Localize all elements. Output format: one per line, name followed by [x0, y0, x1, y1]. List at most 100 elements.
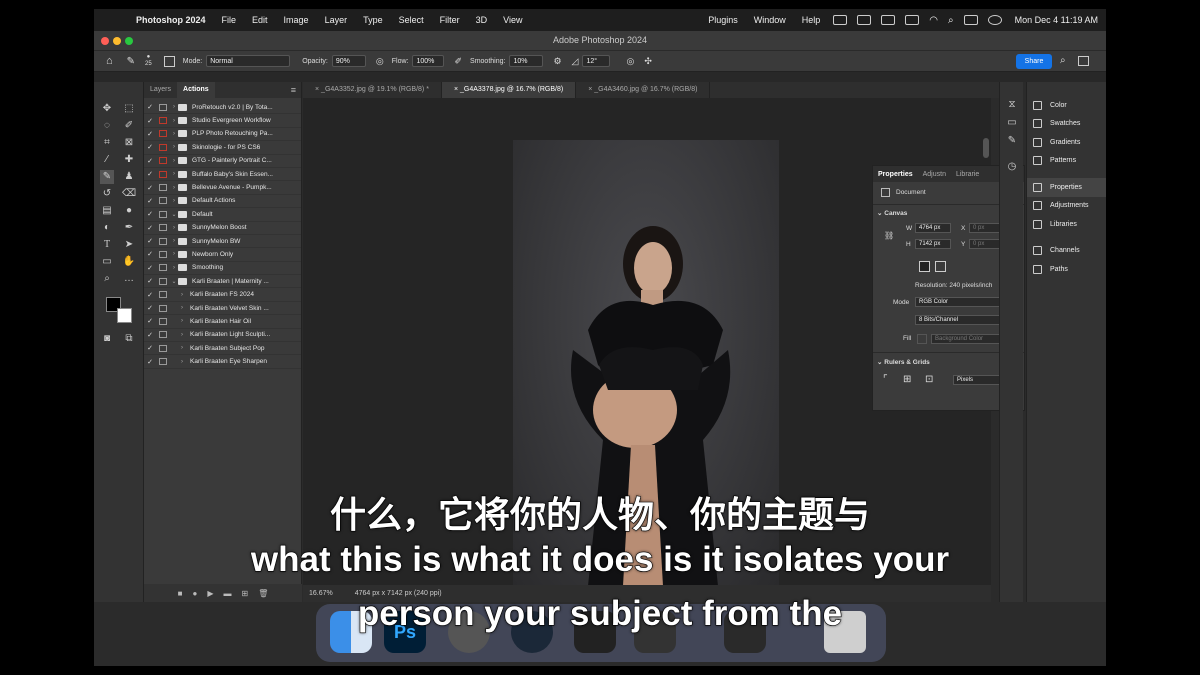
move-tool-icon[interactable]: ✥: [100, 102, 114, 116]
more-tools-icon[interactable]: …: [122, 272, 136, 286]
gradient-tool-icon[interactable]: ▤: [100, 204, 114, 218]
doc-tab[interactable]: × _G4A3352.jpg @ 19.1% (RGB/8) *: [303, 82, 442, 98]
brush-tool-icon[interactable]: ✎: [100, 170, 114, 184]
check-icon[interactable]: ✓: [144, 277, 156, 285]
panel-item-paths[interactable]: Paths: [1027, 260, 1106, 279]
chevron-right-icon[interactable]: ›: [170, 198, 178, 204]
clone-stamp-tool-icon[interactable]: ♟: [122, 170, 136, 184]
check-icon[interactable]: ✓: [144, 237, 156, 245]
color-mode-select[interactable]: RGB Color: [915, 297, 1003, 307]
action-row[interactable]: ✓ › SunnyMelon Boost: [144, 222, 301, 235]
chevron-right-icon[interactable]: ›: [178, 359, 186, 365]
check-icon[interactable]: ✓: [144, 358, 156, 366]
menu-type[interactable]: Type: [355, 15, 391, 25]
height-field[interactable]: 7142 px: [915, 239, 951, 249]
dialog-toggle-icon[interactable]: [159, 130, 167, 138]
tab-layers[interactable]: Layers: [144, 82, 177, 98]
menu-plugins[interactable]: Plugins: [700, 15, 746, 25]
chevron-right-icon[interactable]: ›: [170, 251, 178, 257]
menu-filter[interactable]: Filter: [432, 15, 468, 25]
action-row[interactable]: ✓ › Bellevue Avenue - Pumpk...: [144, 181, 301, 195]
menu-view[interactable]: View: [495, 15, 530, 25]
fill-select[interactable]: Background Color: [931, 334, 1003, 344]
action-row[interactable]: ✓ › Studio Evergreen Workflow: [144, 114, 301, 128]
check-icon[interactable]: ✓: [144, 210, 156, 218]
status-icon[interactable]: [857, 15, 872, 25]
menu-layer[interactable]: Layer: [317, 15, 356, 25]
opacity-field[interactable]: 90%: [331, 55, 366, 67]
dialog-toggle-icon[interactable]: [159, 143, 167, 151]
brush-settings-icon[interactable]: [163, 55, 175, 67]
brush-preset-picker[interactable]: ● 25: [145, 54, 152, 68]
shape-tool-icon[interactable]: ▭: [100, 255, 114, 269]
check-icon[interactable]: ✓: [144, 291, 156, 299]
flow-field[interactable]: 100%: [412, 55, 445, 67]
action-row[interactable]: ✓ › Karli Braaten Light Sculpti...: [144, 329, 301, 343]
hand-tool-icon[interactable]: ✋: [122, 255, 136, 269]
action-row[interactable]: ✓ › Karli Braaten Hair Oil: [144, 315, 301, 329]
chevron-down-icon[interactable]: ⌄: [170, 211, 178, 218]
dialog-toggle-icon[interactable]: [159, 317, 167, 325]
action-row[interactable]: ✓ › Buffalo Baby's Skin Essen...: [144, 168, 301, 182]
dodge-tool-icon[interactable]: ◐: [100, 221, 114, 235]
workspace-icon[interactable]: [1078, 56, 1089, 66]
check-icon[interactable]: ✓: [144, 157, 156, 165]
action-row[interactable]: ✓ ⌄ Default: [144, 208, 301, 222]
pressure-opacity-icon[interactable]: ◎: [376, 56, 384, 67]
display-icon[interactable]: [905, 15, 920, 25]
dialog-toggle-icon[interactable]: [159, 117, 167, 125]
marquee-tool-icon[interactable]: ⬚: [122, 102, 136, 116]
dialog-toggle-icon[interactable]: [159, 103, 167, 111]
check-icon[interactable]: ✓: [144, 331, 156, 339]
chevron-right-icon[interactable]: ›: [170, 158, 178, 164]
pressure-size-icon[interactable]: ◎: [626, 56, 634, 67]
dialog-toggle-icon[interactable]: [159, 264, 167, 272]
action-row[interactable]: ✓ › Karli Braaten Velvet Skin ...: [144, 302, 301, 316]
smoothing-field[interactable]: 10%: [509, 55, 544, 67]
tab-actions[interactable]: Actions: [177, 82, 215, 98]
canvas-section[interactable]: ⌄ Canvas: [877, 209, 907, 217]
brush-tool-icon[interactable]: ✎: [127, 56, 135, 67]
tab-libraries[interactable]: Librarie: [951, 171, 984, 178]
action-row[interactable]: ✓ › GTG - Painterly Portrait C...: [144, 155, 301, 168]
doc-tab-active[interactable]: × _G4A3378.jpg @ 16.7% (RGB/8): [441, 82, 577, 98]
chevron-right-icon[interactable]: ›: [178, 345, 186, 351]
check-icon[interactable]: ✓: [144, 170, 156, 178]
y-field[interactable]: 0 px: [969, 239, 1001, 249]
quick-mask-icon[interactable]: ◙: [100, 332, 114, 346]
comments-icon[interactable]: ▭: [1005, 116, 1019, 130]
panel-item-properties[interactable]: Properties: [1027, 178, 1106, 197]
grid-icon[interactable]: ⊞: [903, 374, 911, 385]
mode-select[interactable]: Normal: [206, 55, 291, 67]
check-icon[interactable]: ✓: [144, 130, 156, 138]
tab-properties[interactable]: Properties: [873, 171, 918, 178]
type-tool-icon[interactable]: T: [100, 238, 114, 252]
dialog-toggle-icon[interactable]: [159, 291, 167, 299]
action-row[interactable]: ✓ ⌄ Karli Braaten | Maternity ...: [144, 275, 301, 289]
dialog-toggle-icon[interactable]: [159, 358, 167, 366]
chevron-right-icon[interactable]: ›: [170, 144, 178, 150]
rulers-grids-section[interactable]: ⌄ Rulers & Grids: [877, 358, 930, 366]
status-icon[interactable]: [881, 15, 896, 25]
action-row[interactable]: ✓ › Smoothing: [144, 262, 301, 276]
check-icon[interactable]: ✓: [144, 143, 156, 151]
chevron-right-icon[interactable]: ›: [170, 118, 178, 124]
panel-item-channels[interactable]: Channels: [1027, 242, 1106, 261]
bit-depth-select[interactable]: 8 Bits/Channel: [915, 315, 1003, 325]
panel-item-libraries[interactable]: Libraries: [1027, 215, 1106, 234]
check-icon[interactable]: ✓: [144, 117, 156, 125]
action-row[interactable]: ✓ › SunnyMelon BW: [144, 235, 301, 249]
menu-edit[interactable]: Edit: [244, 15, 276, 25]
dialog-toggle-icon[interactable]: [159, 210, 167, 218]
dialog-toggle-icon[interactable]: [159, 197, 167, 205]
panel-item-swatches[interactable]: Swatches: [1027, 115, 1106, 134]
menu-3d[interactable]: 3D: [468, 15, 496, 25]
dialog-toggle-icon[interactable]: [159, 184, 167, 192]
tab-adjustments[interactable]: Adjustn: [918, 171, 951, 178]
dialog-toggle-icon[interactable]: [159, 250, 167, 258]
check-icon[interactable]: ✓: [144, 184, 156, 192]
clock[interactable]: Mon Dec 4 11:19 AM: [1007, 15, 1106, 25]
check-icon[interactable]: ✓: [144, 250, 156, 258]
portrait-icon[interactable]: [919, 261, 930, 272]
airbrush-icon[interactable]: ✐: [454, 56, 462, 67]
